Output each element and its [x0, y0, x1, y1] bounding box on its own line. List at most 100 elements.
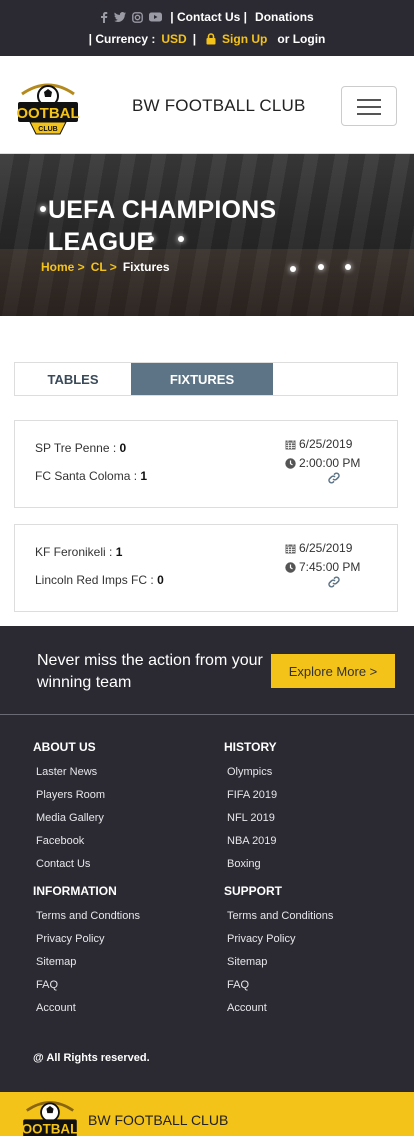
footer-link[interactable]: Facebook	[36, 830, 105, 853]
fixture-card: KF Feronikeli : 1 Lincoln Red Imps FC : …	[14, 524, 398, 612]
clock-icon	[285, 561, 296, 573]
logo-text: FOOTBALL	[18, 1122, 82, 1136]
footer-link[interactable]: Laster News	[36, 761, 105, 784]
youtube-icon[interactable]	[149, 12, 163, 22]
hamburger-menu-button[interactable]	[341, 86, 397, 126]
footer-support: SUPPORT Terms and Conditions Privacy Pol…	[224, 884, 333, 1020]
home-team-name: KF Feronikeli :	[35, 545, 113, 559]
away-team: Lincoln Red Imps FC : 0	[35, 573, 164, 587]
footer-divider	[0, 714, 414, 715]
away-team-name: FC Santa Coloma :	[35, 469, 138, 483]
currency-select[interactable]: USD	[161, 32, 186, 46]
footer-link[interactable]: Contact Us	[36, 853, 105, 876]
site-header: FOOTBALL CLUB BW FOOTBALL CLUB	[0, 56, 414, 154]
away-score: 1	[140, 469, 148, 483]
breadcrumb-home[interactable]: Home >	[41, 260, 85, 274]
footer-link[interactable]: FAQ	[227, 974, 333, 997]
footer-link[interactable]: Terms and Condtions	[36, 905, 140, 928]
bottom-bar: FOOTBALL BW FOOTBALL CLUB	[0, 1092, 414, 1136]
site-footer: Never miss the action from your winning …	[0, 626, 414, 1092]
footer-heading: HISTORY	[224, 740, 277, 754]
footer-link[interactable]: Privacy Policy	[36, 928, 140, 951]
footer-link[interactable]: Media Gallery	[36, 807, 105, 830]
footer-link[interactable]: NFL 2019	[227, 807, 277, 830]
top-bar-row-2: | Currency : USD | Sign Up or Login	[0, 32, 414, 46]
footer-history: HISTORY Olympics FIFA 2019 NFL 2019 NBA …	[224, 740, 277, 876]
menu-bar	[357, 113, 381, 115]
instagram-icon[interactable]	[132, 11, 144, 23]
sign-up-link[interactable]: Sign Up	[222, 32, 267, 46]
time-text: 7:45:00 PM	[299, 560, 361, 574]
footer-link[interactable]: Account	[227, 997, 333, 1020]
home-score: 0	[119, 441, 127, 455]
currency-label: | Currency :	[88, 32, 156, 46]
twitter-icon[interactable]	[114, 12, 127, 22]
match-time: 2:00:00 PM	[285, 456, 360, 470]
calendar-icon	[285, 439, 296, 449]
footer-cta-text: Never miss the action from your winning …	[37, 652, 263, 691]
footer-heading: SUPPORT	[224, 884, 283, 898]
home-team: KF Feronikeli : 1	[35, 545, 122, 559]
tab-tables[interactable]: TABLES	[15, 363, 131, 395]
away-team: FC Santa Coloma : 1	[35, 469, 147, 483]
away-team-name: Lincoln Red Imps FC :	[35, 573, 154, 587]
league-tabs: TABLES FIXTURES	[14, 362, 398, 396]
footer-about: ABOUT US Laster News Players Room Media …	[33, 740, 105, 876]
donations-link[interactable]: Donations	[255, 10, 314, 24]
footer-link[interactable]: Boxing	[227, 853, 277, 876]
stadium-light	[40, 206, 46, 212]
lock-icon	[206, 33, 216, 45]
footer-link[interactable]: FAQ	[36, 974, 140, 997]
menu-bar	[357, 106, 381, 108]
tab-fixtures[interactable]: FIXTURES	[131, 363, 273, 395]
stadium-light	[318, 264, 324, 270]
login-link[interactable]: or Login	[277, 32, 325, 46]
stadium-light	[290, 266, 296, 272]
footer-link[interactable]: Olympics	[227, 761, 277, 784]
explore-more-button[interactable]: Explore More >	[271, 654, 395, 688]
footer-link[interactable]: NBA 2019	[227, 830, 277, 853]
time-text: 2:00:00 PM	[299, 456, 361, 470]
copyright-text: @ All Rights reserved.	[33, 1052, 150, 1064]
stadium-light	[345, 264, 351, 270]
footer-heading: INFORMATION	[33, 884, 117, 898]
footer-information: INFORMATION Terms and Condtions Privacy …	[33, 884, 140, 1020]
page-hero: UEFA CHAMPIONS LEAGUE Home > CL > Fixtur…	[0, 154, 414, 316]
home-team-name: SP Tre Penne :	[35, 441, 117, 455]
fixture-card: SP Tre Penne : 0 FC Santa Coloma : 1 6/2…	[14, 420, 398, 508]
footer-link[interactable]: Account	[36, 997, 140, 1020]
breadcrumb-cl[interactable]: CL >	[91, 260, 117, 274]
breadcrumb: Home > CL > Fixtures	[41, 260, 170, 274]
page-title: UEFA CHAMPIONS LEAGUE	[48, 196, 277, 256]
club-logo[interactable]: FOOTBALL	[18, 1098, 82, 1136]
date-text: 6/25/2019	[299, 437, 353, 451]
match-date: 6/25/2019	[285, 437, 352, 451]
footer-club-name: BW FOOTBALL CLUB	[88, 1112, 229, 1128]
footer-link[interactable]: Players Room	[36, 784, 105, 807]
match-time: 7:45:00 PM	[285, 560, 360, 574]
footer-link[interactable]: Terms and Conditions	[227, 905, 333, 928]
top-bar: | Contact Us | Donations | Currency : US…	[0, 0, 414, 56]
away-score: 0	[157, 573, 164, 587]
club-logo[interactable]: FOOTBALL CLUB	[16, 80, 80, 136]
home-team: SP Tre Penne : 0	[35, 441, 126, 455]
footer-link[interactable]: Privacy Policy	[227, 928, 333, 951]
logo-subtext: CLUB	[38, 126, 57, 133]
footer-link[interactable]: Sitemap	[36, 951, 140, 974]
social-links	[100, 11, 163, 23]
clock-icon	[285, 457, 296, 469]
top-bar-row-1: | Contact Us | Donations	[0, 10, 414, 24]
link-icon[interactable]	[327, 575, 341, 589]
home-score: 1	[115, 545, 123, 559]
footer-link[interactable]: FIFA 2019	[227, 784, 277, 807]
contact-us-link[interactable]: | Contact Us |	[170, 10, 247, 24]
club-name[interactable]: BW FOOTBALL CLUB	[132, 96, 306, 116]
footer-link[interactable]: Sitemap	[227, 951, 333, 974]
separator: |	[192, 32, 197, 46]
calendar-icon	[285, 543, 296, 553]
breadcrumb-current: Fixtures	[122, 260, 170, 274]
footer-heading: ABOUT US	[33, 740, 96, 754]
date-text: 6/25/2019	[299, 541, 353, 555]
link-icon[interactable]	[327, 471, 341, 485]
facebook-icon[interactable]	[100, 11, 108, 23]
